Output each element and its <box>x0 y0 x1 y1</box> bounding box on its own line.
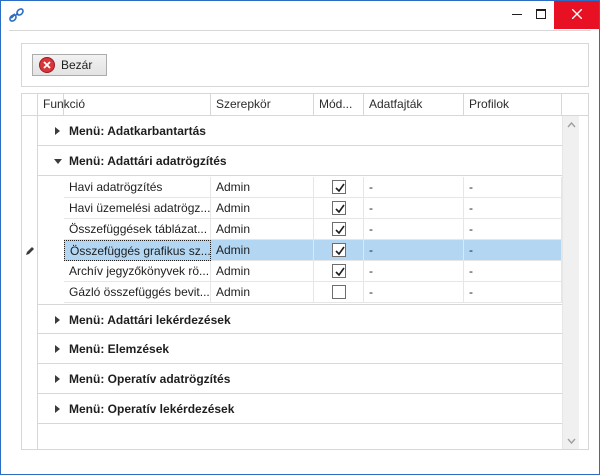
group-row[interactable]: Menü: Adattári adatrögzítés <box>38 146 562 176</box>
scroll-up-icon[interactable] <box>563 118 580 132</box>
column-header-profilok[interactable]: Profilok <box>464 94 562 116</box>
cell-szerepkor[interactable]: Admin <box>211 219 314 240</box>
column-header-adatfajtak[interactable]: Adatfajták <box>364 94 464 116</box>
row-indent <box>38 198 64 219</box>
mod-checkbox[interactable] <box>332 243 346 257</box>
cell-szerepkor[interactable]: Admin <box>211 198 314 219</box>
column-header-label: Szerepkör <box>216 97 271 111</box>
cell-szerepkor[interactable]: Admin <box>211 240 314 261</box>
content-area: Bezár Funkció Szerepkör Mód... Adatfajtá… <box>9 30 591 466</box>
mod-checkbox[interactable] <box>332 285 346 299</box>
table-row[interactable]: Havi üzemelési adatrögz... Admin - - <box>38 198 562 219</box>
maximize-icon <box>536 8 546 22</box>
cell-adatfajtak[interactable]: - <box>364 177 464 198</box>
group-label: Menü: Operatív lekérdezések <box>69 402 235 416</box>
collapse-arrow-icon[interactable] <box>54 159 62 164</box>
group-label: Menü: Adattári lekérdezések <box>69 313 231 327</box>
row-indent <box>38 261 64 282</box>
cell-adatfajtak[interactable]: - <box>364 198 464 219</box>
row-indent <box>38 282 64 303</box>
cell-adatfajtak[interactable]: - <box>364 282 464 303</box>
row-indent <box>38 177 64 198</box>
group-label: Menü: Adattári adatrögzítés <box>69 154 227 168</box>
column-header-label: Adatfajták <box>369 97 423 111</box>
row-indent <box>38 240 64 261</box>
mod-checkbox[interactable] <box>332 180 346 194</box>
cell-mod <box>314 198 364 219</box>
mod-checkbox[interactable] <box>332 222 346 236</box>
cell-profilok[interactable]: - <box>464 177 562 198</box>
maximize-button[interactable] <box>530 1 552 29</box>
table-row-selected[interactable]: Összefüggés grafikus sz... Admin - - <box>38 240 562 261</box>
table-row[interactable]: Összefüggések táblázat... Admin - - <box>38 219 562 240</box>
expand-arrow-icon[interactable] <box>55 405 60 413</box>
cell-profilok[interactable]: - <box>464 219 562 240</box>
cell-funkcio[interactable]: Összefüggés grafikus sz... <box>64 240 211 261</box>
column-header-mod[interactable]: Mód... <box>314 94 364 116</box>
link-icon <box>8 7 26 23</box>
cell-adatfajtak[interactable]: - <box>364 219 464 240</box>
column-header-label: Funkció <box>43 97 86 111</box>
table-row[interactable]: Gázló összefüggés bevit... Admin - - <box>38 282 562 303</box>
table-row[interactable]: Havi adatrögzítés Admin - - <box>38 177 562 198</box>
cell-funkcio[interactable]: Gázló összefüggés bevit... <box>64 282 211 303</box>
group-row[interactable]: Menü: Adattári lekérdezések <box>38 304 562 334</box>
cell-szerepkor[interactable]: Admin <box>211 177 314 198</box>
cell-profilok[interactable]: - <box>464 198 562 219</box>
group-row[interactable]: Menü: Adatkarbantartás <box>38 116 562 146</box>
toolbar: Bezár <box>21 43 589 87</box>
cell-szerepkor[interactable]: Admin <box>211 261 314 282</box>
column-header-szerepkor[interactable]: Szerepkör <box>211 94 314 116</box>
scroll-thumb[interactable] <box>567 134 576 430</box>
permissions-grid[interactable]: Funkció Szerepkör Mód... Adatfajták Prof… <box>21 93 589 450</box>
cell-funkcio[interactable]: Összefüggések táblázat... <box>64 219 211 240</box>
close-form-button[interactable]: Bezár <box>32 54 107 76</box>
cell-profilok[interactable]: - <box>464 240 562 261</box>
cell-funkcio[interactable]: Havi üzemelési adatrögz... <box>64 198 211 219</box>
group-row[interactable]: Menü: Operatív adatrögzítés <box>38 364 562 394</box>
minimize-button[interactable] <box>506 1 528 29</box>
close-icon <box>571 8 582 22</box>
vertical-scrollbar[interactable] <box>562 116 580 449</box>
row-indicator-column <box>22 116 38 449</box>
cell-mod <box>314 282 364 303</box>
column-header-label: Mód... <box>319 97 353 111</box>
title-bar[interactable] <box>1 1 599 29</box>
minimize-icon <box>512 8 522 22</box>
cell-profilok[interactable]: - <box>464 282 562 303</box>
column-header-funkcio[interactable]: Funkció <box>38 94 211 116</box>
expand-arrow-icon[interactable] <box>55 127 60 135</box>
app-window: Bezár Funkció Szerepkör Mód... Adatfajtá… <box>0 0 600 475</box>
cell-szerepkor[interactable]: Admin <box>211 282 314 303</box>
group-row[interactable]: Menü: Elemzések <box>38 334 562 364</box>
group-label: Menü: Operatív adatrögzítés <box>69 372 231 386</box>
mod-checkbox[interactable] <box>332 264 346 278</box>
group-label: Menü: Adatkarbantartás <box>69 124 206 138</box>
mod-checkbox[interactable] <box>332 201 346 215</box>
pencil-icon <box>25 245 35 259</box>
group-row[interactable]: Menü: Operatív lekérdezések <box>38 394 562 424</box>
expand-arrow-icon[interactable] <box>55 316 60 324</box>
scroll-down-icon[interactable] <box>563 434 580 448</box>
cell-adatfajtak[interactable]: - <box>364 240 464 261</box>
cell-mod <box>314 261 364 282</box>
table-row[interactable]: Archív jegyzőkönyvek rö... Admin - - <box>38 261 562 282</box>
row-indent <box>38 219 64 240</box>
cancel-icon <box>39 57 55 73</box>
cell-mod <box>314 177 364 198</box>
expand-arrow-icon[interactable] <box>55 345 60 353</box>
cell-mod <box>314 240 364 261</box>
cell-mod <box>314 219 364 240</box>
expand-arrow-icon[interactable] <box>55 375 60 383</box>
close-button[interactable] <box>554 1 599 29</box>
header-corner <box>562 94 588 116</box>
column-header-label: Profilok <box>469 97 510 111</box>
cell-funkcio[interactable]: Archív jegyzőkönyvek rö... <box>64 261 211 282</box>
cell-profilok[interactable]: - <box>464 261 562 282</box>
row-header-corner <box>22 94 38 116</box>
cell-funkcio[interactable]: Havi adatrögzítés <box>64 177 211 198</box>
close-form-label: Bezár <box>61 58 93 72</box>
group-label: Menü: Elemzések <box>69 342 170 356</box>
cell-adatfajtak[interactable]: - <box>364 261 464 282</box>
